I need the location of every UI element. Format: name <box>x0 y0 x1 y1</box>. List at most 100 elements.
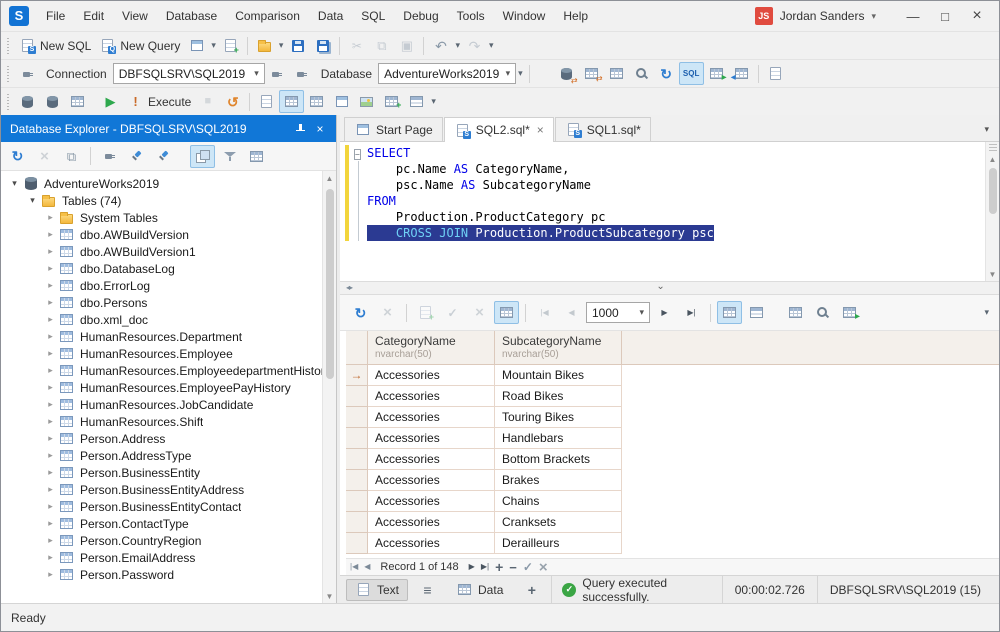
auto-hide-pin-button[interactable] <box>290 119 310 139</box>
tree-item-humanresources-jobcandidate[interactable]: ▸HumanResources.JobCandidate <box>1 396 322 413</box>
expand-icon[interactable]: ▸ <box>43 246 58 257</box>
editor-line[interactable]: pc.Name AS CategoryName, <box>353 161 985 177</box>
row-indicator[interactable]: → <box>346 365 368 386</box>
save-button[interactable] <box>285 34 310 57</box>
maximize-button[interactable]: □ <box>929 3 961 29</box>
close-tab-icon[interactable]: × <box>537 123 544 137</box>
scroll-up-icon[interactable]: ▲ <box>323 171 337 185</box>
commit-changes-button[interactable]: ✓ <box>440 301 465 324</box>
tree-item-person-contacttype[interactable]: ▸Person.ContactType <box>1 515 322 532</box>
horizontal-splitter[interactable]: ◂▸ ⌄ <box>340 281 999 295</box>
execute-toolbar-caret[interactable]: ▾ <box>429 96 438 107</box>
editor-line[interactable]: Production.ProductCategory pc <box>353 209 985 225</box>
tree-item-dbo-persons[interactable]: ▸dbo.Persons <box>1 294 322 311</box>
pivot-table-button[interactable] <box>304 90 329 113</box>
grid-cell[interactable]: Accessories <box>368 449 495 470</box>
results-pane-button[interactable] <box>279 90 304 113</box>
editor-scrollbar[interactable]: ▲ ▼ <box>985 142 999 281</box>
menu-comparison[interactable]: Comparison <box>226 4 309 28</box>
expand-icon[interactable]: ▸ <box>43 348 58 359</box>
scrollbar-thumb[interactable] <box>326 189 334 379</box>
duplicate-button[interactable]: ⧉ <box>59 145 84 168</box>
tree-item-dbo-errorlog[interactable]: ▸dbo.ErrorLog <box>1 277 322 294</box>
menu-sql[interactable]: SQL <box>352 4 394 28</box>
minimize-button[interactable]: — <box>897 3 929 29</box>
expand-icon[interactable]: ▸ <box>43 263 58 274</box>
database-script-button[interactable] <box>40 90 65 113</box>
grid-cell[interactable]: Accessories <box>368 491 495 512</box>
expand-icon[interactable]: ▸ <box>43 229 58 240</box>
aggregates-button[interactable] <box>379 90 404 113</box>
menu-database[interactable]: Database <box>157 4 226 28</box>
tree-item-humanresources-shift[interactable]: ▸HumanResources.Shift <box>1 413 322 430</box>
expand-icon[interactable]: ▸ <box>43 331 58 342</box>
discard-changes-button[interactable]: × <box>467 301 492 324</box>
grid-cell[interactable]: Handlebars <box>495 428 622 449</box>
toolbar-grip[interactable] <box>6 38 11 54</box>
expand-icon[interactable]: ▸ <box>43 399 58 410</box>
expand-icon[interactable]: ▸ <box>43 518 58 529</box>
save-all-button[interactable] <box>310 34 335 57</box>
view-options-button[interactable]: ≡ <box>410 579 445 601</box>
tree-item-humanresources-employee[interactable]: ▸HumanResources.Employee <box>1 345 322 362</box>
next-record-button[interactable]: ▶ <box>469 563 475 571</box>
grid-cell[interactable]: Chains <box>495 491 622 512</box>
tree-item-humanresources-department[interactable]: ▸HumanResources.Department <box>1 328 322 345</box>
new-window-button[interactable] <box>184 34 209 57</box>
new-window-caret[interactable]: ▾ <box>209 40 218 51</box>
database-diagram-button[interactable] <box>15 90 40 113</box>
tree-item-tables-74[interactable]: ▾Tables (74) <box>1 192 322 209</box>
tree-item-person-businessentityaddress[interactable]: ▸Person.BusinessEntityAddress <box>1 481 322 498</box>
next-page-button[interactable]: ▶ <box>652 301 677 324</box>
prev-page-button[interactable]: ◀ <box>559 301 584 324</box>
tab-data[interactable]: Data <box>447 579 512 601</box>
schema-compare-button[interactable] <box>554 62 579 85</box>
prev-record-button[interactable]: ◀ <box>364 563 370 571</box>
menu-debug[interactable]: Debug <box>394 4 447 28</box>
tree-item-dbo-databaselog[interactable]: ▸dbo.DatabaseLog <box>1 260 322 277</box>
menu-tools[interactable]: Tools <box>448 4 494 28</box>
layout-button[interactable] <box>404 90 429 113</box>
tab-sql1[interactable]: SQL1.sql* <box>555 117 651 141</box>
tree-item-person-businessentitycontact[interactable]: ▸Person.BusinessEntityContact <box>1 498 322 515</box>
expand-icon[interactable]: ▸ <box>43 212 58 223</box>
last-page-button[interactable]: ▶| <box>679 301 704 324</box>
menu-help[interactable]: Help <box>554 4 597 28</box>
sql-editor[interactable]: −SELECT pc.Name AS CategoryName, psc.Nam… <box>340 142 999 281</box>
group-objects-button[interactable] <box>190 145 215 168</box>
grid-cell[interactable]: Accessories <box>368 365 495 386</box>
grid-cell[interactable]: Road Bikes <box>495 386 622 407</box>
assign-connection-button[interactable] <box>97 145 122 168</box>
cancel-results-button[interactable]: × <box>375 301 400 324</box>
cut-button[interactable]: ✂ <box>344 34 369 57</box>
expand-icon[interactable]: ▸ <box>43 416 58 427</box>
add-view-button[interactable]: + <box>514 579 549 601</box>
tree-item-person-addresstype[interactable]: ▸Person.AddressType <box>1 447 322 464</box>
user-menu-caret-icon[interactable]: ▾ <box>871 11 876 22</box>
export-data-button[interactable] <box>704 62 729 85</box>
export-grid-button[interactable] <box>837 301 862 324</box>
grid-cell[interactable]: Accessories <box>368 407 495 428</box>
expand-icon[interactable]: ▸ <box>43 552 58 563</box>
editor-line[interactable]: −SELECT <box>353 145 985 161</box>
tab-sql2[interactable]: SQL2.sql*× <box>444 117 554 142</box>
tree-item-system-tables[interactable]: ▸System Tables <box>1 209 322 226</box>
grid-cell[interactable]: Accessories <box>368 533 495 554</box>
results-toolbar-caret[interactable]: ▾ <box>982 307 991 318</box>
connection-properties-button[interactable] <box>15 62 40 85</box>
collapse-icon[interactable]: ▾ <box>7 178 22 189</box>
scrollbar-thumb[interactable] <box>989 168 997 214</box>
find-button[interactable] <box>629 62 654 85</box>
undo-caret[interactable]: ▾ <box>453 40 462 51</box>
disconnect-button[interactable] <box>290 62 315 85</box>
expand-icon[interactable]: ▸ <box>43 569 58 580</box>
scroll-down-icon[interactable]: ▼ <box>323 589 337 603</box>
expand-icon[interactable]: ▸ <box>43 535 58 546</box>
row-indicator[interactable] <box>346 449 368 470</box>
unpin-object-button[interactable] <box>151 145 176 168</box>
find-in-grid-button[interactable] <box>810 301 835 324</box>
tree-item-humanresources-employeedepartmenthistor[interactable]: ▸HumanResources.EmployeedepartmentHistor… <box>1 362 322 379</box>
toolbar-grip[interactable] <box>6 94 11 110</box>
first-record-button[interactable]: |◀ <box>350 563 358 571</box>
row-indicator[interactable] <box>346 428 368 449</box>
